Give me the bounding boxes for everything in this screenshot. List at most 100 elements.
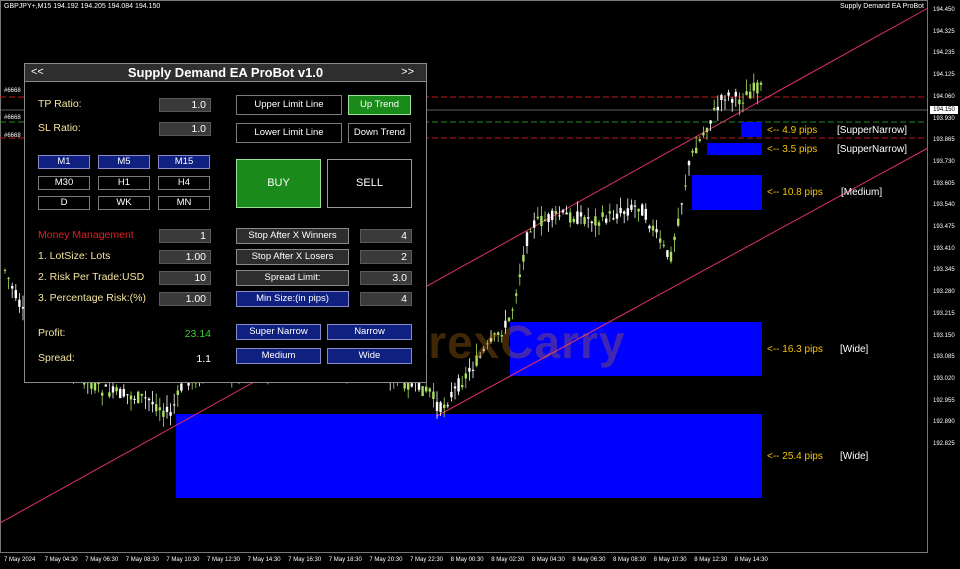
timeframe-mn-button[interactable]: MN (158, 196, 210, 210)
sell-button[interactable]: SELL (327, 159, 412, 208)
timeframe-h4-button[interactable]: H4 (158, 176, 210, 190)
candle-body (457, 378, 460, 392)
candle-body (450, 391, 453, 398)
candle-body (126, 394, 129, 396)
candle-body (583, 217, 586, 224)
time-axis-tick: 7 May 2024 (4, 557, 36, 563)
candle-body (702, 132, 705, 136)
candle-body (140, 393, 143, 396)
candle-body (432, 391, 435, 400)
time-axis-tick: 8 May 00:30 (450, 557, 484, 563)
symbol-info: GBPJPY+,M15 194.192 194.205 194.084 194.… (4, 3, 161, 10)
stop-winners-field[interactable]: 4 (360, 229, 412, 243)
candle-body (108, 392, 111, 397)
candle-body (435, 401, 439, 411)
stop-losers-field[interactable]: 2 (360, 250, 412, 264)
candle-body (558, 215, 561, 217)
time-axis-tick: 8 May 08:30 (613, 557, 647, 563)
candle-body (691, 150, 694, 153)
up-trend-button[interactable]: Up Trend (348, 95, 411, 115)
spread-limit-button[interactable]: Spread Limit: (236, 270, 349, 286)
risk-usd-field[interactable]: 10 (159, 271, 211, 285)
timeframe-wk-button[interactable]: WK (98, 196, 150, 210)
price-axis-tick: 192.825 (933, 441, 955, 447)
candle-body (428, 388, 431, 392)
lower-limit-line-button[interactable]: Lower Limit Line (236, 123, 342, 143)
wide-button[interactable]: Wide (327, 348, 412, 364)
sl-ratio-label: SL Ratio: (38, 122, 81, 134)
risk-percent-field[interactable]: 1.00 (159, 292, 211, 306)
timeframe-h1-button[interactable]: H1 (98, 176, 150, 190)
zone-kind: [Wide] (840, 344, 869, 355)
candle-body (176, 390, 179, 395)
supply-demand-zone (741, 122, 762, 137)
stop-after-winners-button[interactable]: Stop After X Winners (236, 228, 349, 244)
candle-body (587, 217, 590, 219)
ea-control-panel: << Supply Demand EA ProBot v1.0 >> TP Ra… (24, 63, 427, 383)
zone-kind: [Wide] (840, 451, 869, 462)
candle-body (543, 219, 547, 221)
price-axis-tick: 193.475 (933, 224, 955, 230)
candle-body (525, 232, 529, 246)
time-axis-tick: 8 May 02:30 (491, 557, 525, 563)
candle-body (162, 410, 165, 417)
candle-body (655, 229, 658, 233)
candle-body (511, 309, 514, 311)
money-management-field[interactable]: 1 (159, 229, 211, 243)
next-page-button[interactable]: >> (401, 66, 414, 78)
zone-label: <-- 16.3 pips (767, 344, 823, 355)
price-axis-tick: 194.125 (933, 72, 955, 79)
candle-body (605, 218, 608, 223)
time-axis-tick: 7 May 16:30 (288, 557, 322, 563)
time-axis-tick: 7 May 18:30 (328, 557, 362, 563)
timeframe-m1-button[interactable]: M1 (38, 155, 90, 169)
upper-limit-line-button[interactable]: Upper Limit Line (236, 95, 342, 115)
candle-body (731, 98, 734, 103)
candle-body (533, 220, 536, 228)
candle-body (561, 210, 565, 213)
candle-body (115, 387, 118, 392)
candle-body (169, 412, 172, 416)
min-size-field[interactable]: 4 (360, 292, 412, 306)
candle-body (155, 404, 158, 412)
spread-limit-field[interactable]: 3.0 (360, 271, 412, 285)
candle-body (680, 203, 683, 205)
timeframe-m15-button[interactable]: M15 (158, 155, 210, 169)
min-size-button[interactable]: Min Size:(in pips) (236, 291, 349, 307)
timeframe-m5-button[interactable]: M5 (98, 155, 150, 169)
narrow-button[interactable]: Narrow (327, 324, 412, 340)
candle-body (720, 94, 723, 101)
candle-body (623, 211, 626, 214)
candle-body (90, 382, 93, 389)
candle-body (104, 384, 107, 387)
medium-button[interactable]: Medium (236, 348, 321, 364)
super-narrow-button[interactable]: Super Narrow (236, 324, 321, 340)
sl-ratio-field[interactable]: 1.0 (159, 122, 211, 136)
panel-header[interactable]: << Supply Demand EA ProBot v1.0 >> (25, 64, 426, 82)
candle-body (716, 106, 719, 111)
timeframe-m30-button[interactable]: M30 (38, 176, 90, 190)
candle-body (518, 274, 521, 277)
stop-after-losers-button[interactable]: Stop After X Losers (236, 249, 349, 265)
lotsize-field[interactable]: 1.00 (159, 250, 211, 264)
time-axis-tick: 8 May 10:30 (653, 557, 687, 563)
timeframe-d-button[interactable]: D (38, 196, 90, 210)
candle-body (464, 373, 467, 379)
tp-ratio-field[interactable]: 1.0 (159, 98, 211, 112)
candle-body (446, 405, 449, 407)
zone-label: <-- 3.5 pips (767, 144, 818, 155)
candle-body (129, 395, 133, 400)
supply-demand-zone (176, 414, 762, 498)
candle-body (101, 392, 104, 396)
candle-body (551, 210, 554, 220)
price-axis-tick: 193.085 (933, 354, 955, 361)
price-axis-tick: 194.450 (933, 7, 955, 13)
candle-body (687, 161, 691, 166)
buy-button[interactable]: BUY (236, 159, 321, 208)
candle-body (633, 205, 637, 207)
candle-body (745, 91, 748, 96)
candle-body (565, 212, 568, 215)
candle-body (144, 397, 147, 399)
price-axis-tick: 194.235 (933, 50, 955, 57)
down-trend-button[interactable]: Down Trend (348, 123, 411, 143)
